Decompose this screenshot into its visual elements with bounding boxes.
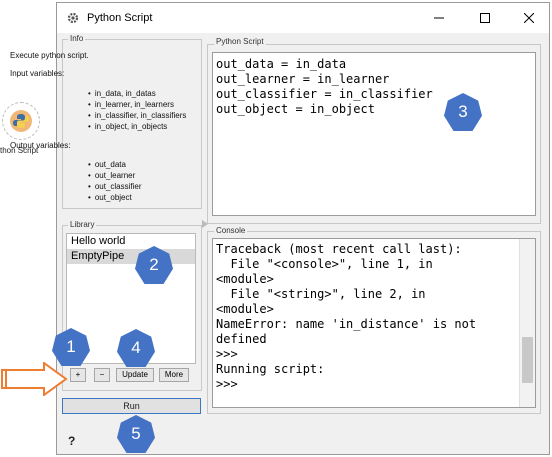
remove-script-button[interactable]: − xyxy=(94,368,110,382)
info-description: Execute python script. xyxy=(10,51,89,60)
title-bar[interactable]: Python Script xyxy=(57,3,549,33)
minimize-icon xyxy=(434,17,444,19)
window-title: Python Script xyxy=(87,12,153,24)
console-line: <module> xyxy=(216,272,274,286)
python-logo-icon xyxy=(10,110,32,132)
python-script-widget-node[interactable]: ython Script xyxy=(0,100,55,160)
console-output[interactable]: Traceback (most recent call last): File … xyxy=(212,238,536,408)
library-group-title: Library xyxy=(68,220,97,229)
splitter-arrow-icon xyxy=(202,220,208,228)
library-item-hello-world[interactable]: Hello world xyxy=(67,234,195,249)
close-button[interactable] xyxy=(509,3,549,33)
code-line: out_object = in_object xyxy=(216,102,375,116)
output-variables-heading: Output variables: xyxy=(10,141,71,150)
update-script-button[interactable]: Update xyxy=(116,368,154,382)
console-line: <module> xyxy=(216,302,274,316)
output-variable: out_classifier xyxy=(88,181,142,192)
more-button[interactable]: More xyxy=(159,368,189,382)
output-variable: out_learner xyxy=(88,170,142,181)
info-group-title: Info xyxy=(68,34,86,43)
input-variable: in_learner, in_learners xyxy=(88,99,186,110)
input-variables-heading: Input variables: xyxy=(10,69,65,78)
console-line: File "<console>", line 1, in xyxy=(216,257,433,271)
editor-group-title: Python Script xyxy=(214,37,266,46)
close-icon xyxy=(524,13,534,23)
minimize-button[interactable] xyxy=(419,3,459,33)
console-line: NameError: name 'in_distance' is not xyxy=(216,317,477,331)
console-line: Running script: xyxy=(216,362,325,376)
console-line: >>> xyxy=(216,347,238,361)
code-line: out_learner = in_learner xyxy=(216,72,390,86)
maximize-icon xyxy=(480,13,490,23)
input-variable: in_classifier, in_classifiers xyxy=(88,110,187,121)
output-variable: out_data xyxy=(88,159,142,170)
console-line: >>> xyxy=(216,377,238,391)
add-script-button[interactable]: + xyxy=(70,368,86,382)
code-line: out_classifier = in_classifier xyxy=(216,87,433,101)
input-variable: in_object, in_objects xyxy=(88,121,186,132)
output-variables-list: out_data out_learner out_classifier out_… xyxy=(88,159,142,203)
help-icon[interactable]: ? xyxy=(68,434,75,448)
input-variable: in_data, in_datas xyxy=(88,88,186,99)
input-variables-list: in_data, in_datas in_learner, in_learner… xyxy=(88,88,187,132)
console-line: Traceback (most recent call last): xyxy=(216,242,462,256)
script-editor[interactable]: out_data = in_data out_learner = in_lear… xyxy=(212,52,536,216)
gear-icon xyxy=(67,12,79,26)
code-line: out_data = in_data xyxy=(216,57,347,71)
maximize-button[interactable] xyxy=(465,3,505,33)
output-variable: out_object xyxy=(88,192,142,203)
console-group-title: Console xyxy=(214,226,248,235)
console-scrollbar[interactable] xyxy=(519,239,535,407)
console-line: defined xyxy=(216,332,267,346)
orange-arrow-icon xyxy=(1,362,68,396)
console-line: File "<string>", line 2, in xyxy=(216,287,426,301)
run-button[interactable]: Run xyxy=(62,398,201,414)
library-item-emptypipe[interactable]: EmptyPipe xyxy=(67,249,195,264)
widget-icon-circle xyxy=(2,102,40,140)
more-label: More xyxy=(164,370,184,379)
scrollbar-thumb[interactable] xyxy=(522,337,533,383)
